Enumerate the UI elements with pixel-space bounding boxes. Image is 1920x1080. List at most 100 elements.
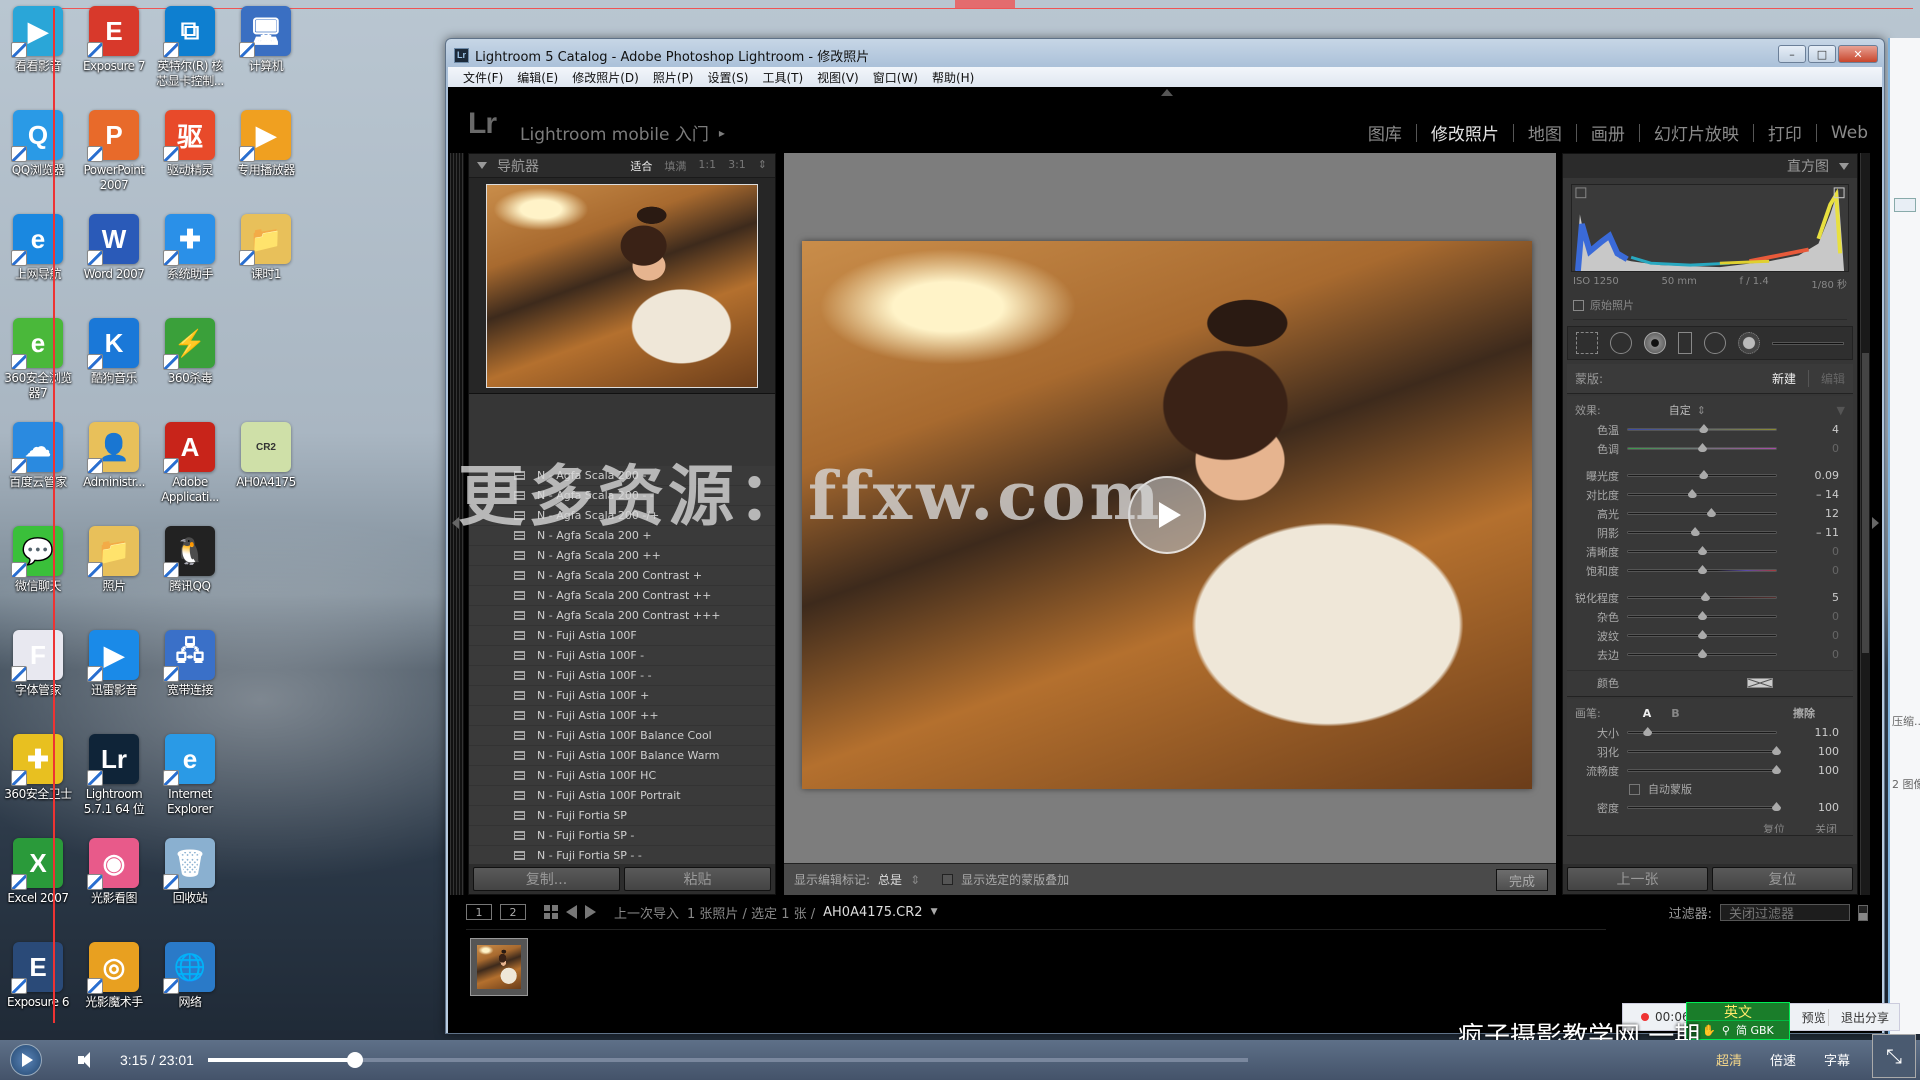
desktop-icon[interactable]: ▶ 专用播放器 (228, 104, 304, 178)
close-button[interactable]: ✕ (1838, 45, 1878, 63)
view-1-button[interactable]: 1 (466, 904, 492, 920)
desktop-icon[interactable]: 📁 照片 (76, 520, 152, 594)
brush-erase-button[interactable]: 擦除 (1793, 705, 1815, 721)
menu-item[interactable]: 工具(T) (755, 69, 810, 86)
slider-value[interactable]: – 14 (1803, 488, 1839, 501)
menu-item[interactable]: 视图(V) (810, 69, 866, 86)
navigator-zoom-option[interactable]: 填满 (664, 158, 686, 174)
source-label[interactable]: 上一次导入 (614, 903, 679, 922)
desktop-icon[interactable]: e Internet Explorer (152, 728, 228, 817)
slider-track[interactable] (1627, 489, 1777, 498)
slider-track[interactable] (1627, 565, 1777, 574)
slider-knob[interactable] (1698, 443, 1707, 452)
slider-knob[interactable] (1772, 802, 1781, 811)
slider-knob[interactable] (1700, 592, 1710, 601)
slider-track[interactable] (1627, 424, 1777, 433)
auto-mask-checkbox[interactable] (1629, 783, 1640, 795)
slider-knob[interactable] (1699, 470, 1709, 479)
red-eye-icon[interactable] (1644, 332, 1666, 354)
slider-value[interactable]: 0 (1803, 629, 1839, 642)
navigator-zoom-option[interactable]: 适合 (630, 158, 652, 174)
desktop-icon[interactable]: 🖧 宽带连接 (152, 624, 228, 698)
collapse-triangle-icon[interactable] (1839, 162, 1849, 170)
preset-item[interactable]: N - Agfa Scala 200 Contrast +++ (469, 606, 775, 626)
slider-value[interactable]: – 11 (1803, 526, 1839, 539)
strip-button[interactable] (1894, 198, 1916, 212)
dropdown-triangle-icon[interactable]: ▼ (1837, 404, 1845, 417)
slider-knob[interactable] (1698, 649, 1707, 658)
preset-item[interactable]: N - Agfa Scala 200 - - (469, 486, 775, 506)
current-filename[interactable]: AH0A4175.CR2 (823, 905, 922, 920)
progress-knob[interactable] (346, 1052, 363, 1068)
menu-item[interactable]: 文件(F) (456, 69, 510, 86)
preset-item[interactable]: N - Agfa Scala 200 - (469, 466, 775, 486)
view-2-button[interactable]: 2 (500, 904, 526, 920)
original-photo-checkbox[interactable] (1573, 299, 1584, 311)
minimize-button[interactable]: – (1778, 45, 1806, 63)
module-tab[interactable]: 幻灯片放映 (1654, 120, 1739, 145)
menu-item[interactable]: 修改照片(D) (565, 69, 646, 86)
desktop-icon[interactable]: e 360安全浏览器7 (0, 312, 76, 401)
preset-item[interactable]: N - Fuji Astia 100F - - (469, 666, 775, 686)
navigator-preview[interactable] (469, 178, 775, 394)
ime-toolbar[interactable]: 英文 ✋ ⚲ 简 GBK (1686, 1002, 1790, 1040)
brush-b-button[interactable]: B (1671, 707, 1679, 720)
menu-item[interactable]: 帮助(H) (925, 69, 981, 86)
hand-icon[interactable]: ✋ (1702, 1024, 1716, 1037)
slider-knob[interactable] (1772, 765, 1781, 774)
radial-filter-icon[interactable] (1704, 332, 1726, 354)
slider-track[interactable] (1627, 727, 1777, 736)
ime-mode[interactable]: 英文 (1687, 1003, 1789, 1021)
module-tab[interactable]: 修改照片 (1431, 120, 1499, 145)
navigator-thumbnail[interactable] (486, 183, 758, 388)
slider-track[interactable] (1627, 746, 1781, 755)
desktop-icon[interactable]: Q QQ浏览器 (0, 104, 76, 178)
desktop-icon[interactable]: ▶ 看看影音 (0, 0, 76, 74)
preset-item[interactable]: N - Fuji Astia 100F Balance Cool (469, 726, 775, 746)
preset-item[interactable]: N - Fuji Astia 100F + (469, 686, 775, 706)
slider-track[interactable] (1627, 508, 1777, 517)
top-panel-toggle-icon[interactable] (1161, 89, 1173, 96)
slider-value[interactable]: 0.09 (1803, 469, 1840, 482)
crop-overlay-icon[interactable] (1576, 332, 1598, 354)
desktop-icon[interactable]: Lr Lightroom 5.7.1 64 位 (76, 728, 152, 817)
preset-item[interactable]: N - Fuji Astia 100F ++ (469, 706, 775, 726)
ime-charset[interactable]: 简 GBK (1736, 1022, 1774, 1038)
desktop-icon[interactable]: A Adobe Applicati... (152, 416, 228, 505)
menu-item[interactable]: 窗口(W) (866, 69, 925, 86)
desktop-icon[interactable]: 📁 课时1 (228, 208, 304, 282)
previous-button[interactable]: 上一张 (1567, 867, 1708, 891)
preset-item[interactable]: N - Fuji Astia 100F - (469, 646, 775, 666)
preset-item[interactable]: N - Agfa Scala 200 Contrast + (469, 566, 775, 586)
desktop-icon[interactable]: F 字体管家 (0, 624, 76, 698)
main-photo[interactable] (802, 241, 1532, 789)
preset-item[interactable]: N - Fuji Astia 100F Portrait (469, 786, 775, 806)
search-icon[interactable]: ⚲ (1722, 1024, 1730, 1037)
desktop-icon[interactable]: 驱驱动精灵 (152, 104, 228, 178)
chevron-down-icon[interactable]: ▼ (931, 907, 938, 917)
reset-button[interactable]: 复位 (1712, 867, 1853, 891)
scrollbar-thumb[interactable] (1862, 353, 1869, 653)
effect-preset-select[interactable]: 自定 (1669, 402, 1691, 418)
brush-a-button[interactable]: A (1643, 707, 1652, 720)
navigator-zoom-option[interactable]: 1:1 (698, 158, 716, 174)
arrow-left-icon[interactable] (566, 905, 577, 919)
desktop-icon[interactable]: ▶ 迅雷影音 (76, 624, 152, 698)
slider-value[interactable]: 100 (1803, 764, 1839, 777)
slider-knob[interactable] (1687, 489, 1697, 498)
preview-button[interactable]: 预览 (1802, 1009, 1826, 1026)
filter-lock-icon[interactable] (1858, 904, 1868, 921)
brush-reset-button[interactable]: 复位 (1763, 821, 1785, 833)
navigator-zoom-option[interactable]: 3:1 (728, 158, 746, 174)
video-play-button[interactable] (1128, 476, 1206, 554)
slider-track[interactable] (1627, 611, 1777, 620)
slider-value[interactable]: 12 (1803, 507, 1839, 520)
desktop-icon[interactable]: 👤 Administr... (76, 416, 152, 490)
desktop-icon[interactable]: E Exposure 7 (76, 0, 152, 74)
slider-value[interactable]: 5 (1803, 591, 1839, 604)
preset-item[interactable]: N - Agfa Scala 200 + (469, 526, 775, 546)
fullscreen-exit-button[interactable]: ⤡ (1872, 1034, 1916, 1078)
desktop-icon[interactable]: 🌐 网络 (152, 936, 228, 1010)
desktop-icon[interactable]: ◉ 光影看图 (76, 832, 152, 906)
subtitle-button[interactable]: 字幕 (1824, 1050, 1850, 1069)
